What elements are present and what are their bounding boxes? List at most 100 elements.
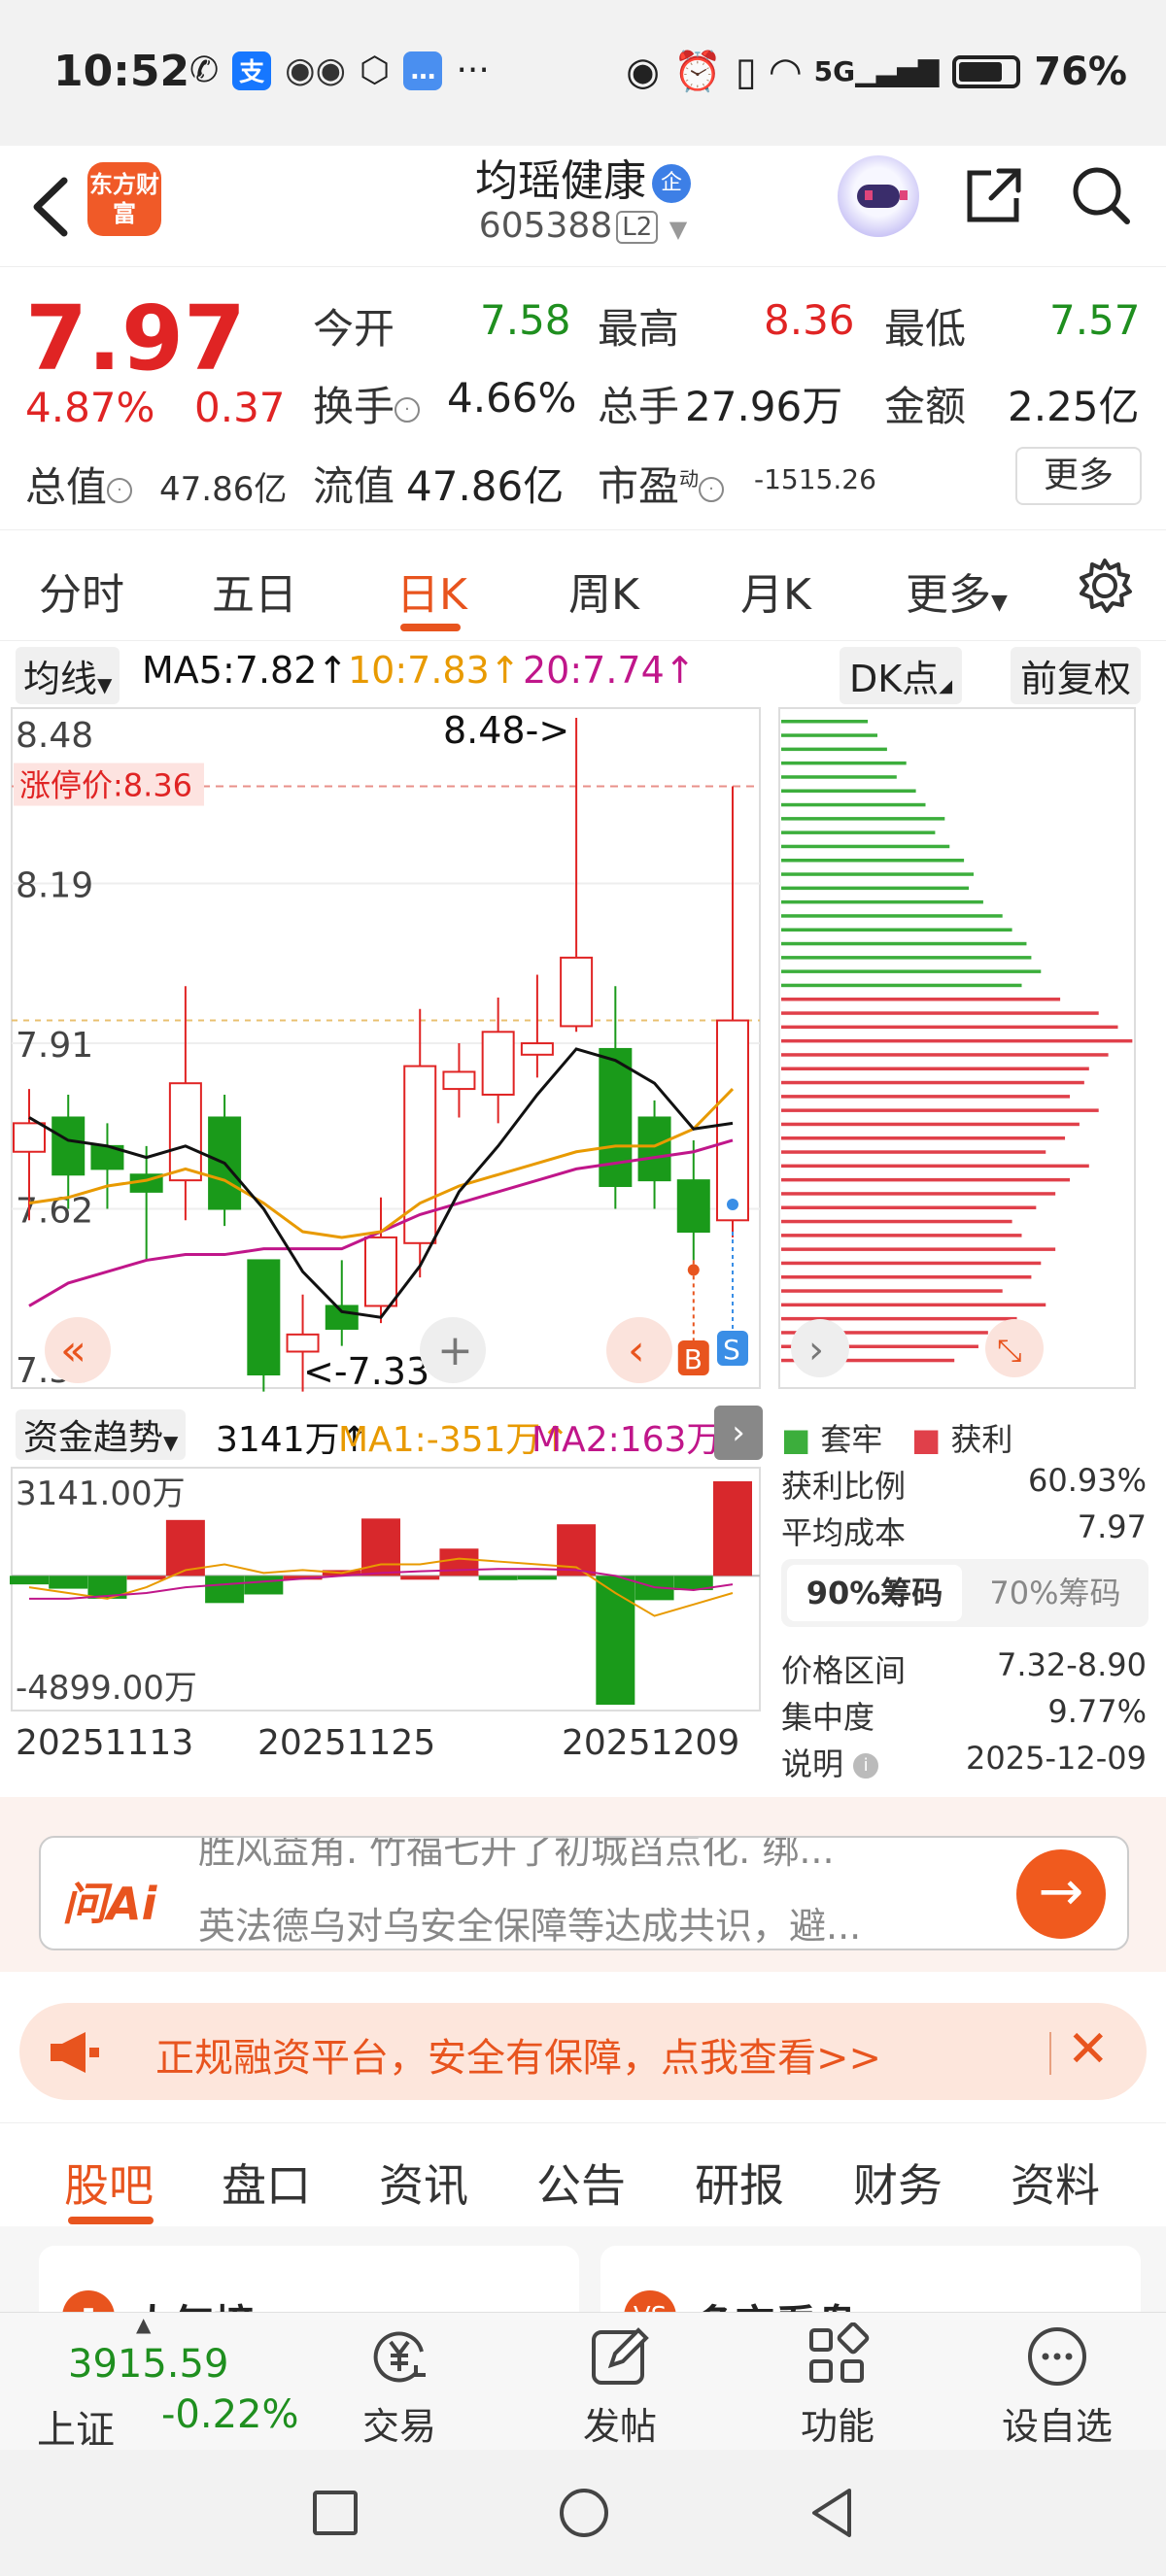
profit-chip-bar [781,1247,1056,1251]
y-axis-label: 8.48 [16,716,93,756]
info-icon[interactable]: · [107,477,133,503]
trapped-chip-bar [781,886,970,891]
more-button[interactable]: 更多 [1015,447,1142,505]
fund-trend-chart[interactable]: 3141.00万 -4899.00万 [0,1462,768,1714]
trapped-chip-bar [781,983,1022,988]
close-icon[interactable]: ✕ [1067,2020,1110,2079]
tab-more[interactable]: 更多▼ [906,559,1008,622]
system-nav-bar [0,2450,1166,2576]
sell-dot [727,1199,738,1211]
tab-announcements[interactable]: 公告 [536,2151,626,2215]
popularity-card[interactable]: ▮ 人气榜 [39,2246,579,2314]
chip-frame [778,707,1136,1389]
pe-info-icon[interactable]: · [699,476,725,502]
promo-banner[interactable]: 正规融资平台，安全有保障，点我查看>> ✕ [19,2003,1147,2100]
note-info-icon[interactable]: i [853,1753,879,1779]
chevron-left-icon: ‹ [628,1326,645,1375]
high-marker: 8.48-> [443,709,569,752]
turnover-info-icon[interactable]: · [394,396,421,423]
arrow-right-icon[interactable]: → [1016,1849,1106,1939]
turnover-label-text: 换手 [313,383,395,430]
expand-arrow-icon[interactable]: › [714,1406,763,1460]
high-label: 最高 [598,305,680,353]
edit-icon [592,2327,649,2385]
nav-watchlist[interactable]: 设自选 [984,2322,1130,2450]
index-name[interactable]: 上证 [37,2398,115,2455]
index-value[interactable]: 3915.59 [68,2342,228,2387]
tab-orderbook[interactable]: 盘口 [222,2151,311,2215]
ai-robot-icon[interactable] [838,155,919,237]
tab-intraday[interactable]: 分时 [39,559,124,622]
fund-trend-row: 资金趋势▼ 3141万↑ MA1:-351万↑ MA2:163万↑ › [0,1404,768,1462]
profit-ratio-label: 获利比例 [781,1468,907,1505]
low-marker: <-7.33 [303,1350,429,1393]
chip-tab-group: 90%筹码 70%筹码 [781,1559,1149,1627]
fund-bar [126,1576,166,1580]
recent-apps-icon[interactable] [313,2491,358,2535]
profit-ratio-value: 60.93% [1027,1462,1147,1499]
trapped-chip-bar [781,817,945,821]
tab-news[interactable]: 资讯 [379,2151,468,2215]
tab-guba[interactable]: 股吧 [64,2151,154,2215]
search-icon[interactable] [1069,163,1133,227]
trapped-chip-bar [781,859,965,863]
battery-percent: 76% [1034,49,1127,94]
yen-exchange-icon [373,2331,426,2383]
profit-chip-bar [781,1038,1133,1043]
fund-bar [517,1576,557,1580]
legend-profit-label: 获利 [950,1421,1013,1458]
triangle-up-icon: ▲ [136,2313,152,2336]
dk-point-button[interactable]: DK点◢ [840,647,963,704]
alarm-icon: ⏰ [673,50,722,94]
tab-weekly-k[interactable]: 周K [568,559,639,622]
tab-daily-k[interactable]: 日K [396,559,467,622]
nav-watchlist-label: 设自选 [1001,2405,1113,2448]
chart-bars-icon: ▮ [62,2290,115,2314]
back-icon[interactable] [808,2487,855,2543]
tab-research[interactable]: 研报 [695,2151,784,2215]
nav-trade[interactable]: 交易 [326,2322,472,2450]
trapped-chip-bar [781,914,1003,918]
nav-post[interactable]: 发帖 [547,2322,693,2450]
stock-code: 605388 [478,206,613,246]
ma-selector[interactable]: 均线▼ [16,647,120,704]
home-icon[interactable] [560,2489,608,2537]
trapped-chip-bar [781,844,950,849]
tab-monthly-k[interactable]: 月K [740,559,811,622]
avg-cost-value: 7.97 [1077,1508,1147,1545]
candle-body [520,1042,554,1056]
trapped-chip-bar [781,802,926,807]
legend-square-red: ■ [911,1421,951,1458]
missed-call-icon: ✆ [189,51,220,90]
gear-icon[interactable] [1074,555,1136,617]
tab-finance[interactable]: 财务 [853,2151,943,2215]
fund-trend-selector[interactable]: 资金趋势▼ [16,1409,187,1460]
tab-70-chips[interactable]: 70%筹码 [968,1565,1143,1621]
concentration-label: 集中度 [781,1699,875,1736]
note-label: 说明 i [781,1740,879,1784]
candle-body [637,1116,671,1182]
fund-bar [10,1576,49,1585]
chevron-down-icon: ▼ [669,216,688,243]
nav-functions[interactable]: 功能 [765,2322,910,2450]
index-pct[interactable]: -0.22% [161,2392,299,2437]
y-axis-label: 7.91 [16,1026,93,1066]
profit-chip-bar [781,1192,1056,1196]
tab-five-day[interactable]: 五日 [212,559,297,622]
vs-icon: VS [624,2290,676,2314]
adjust-button[interactable]: 前复权 [1011,647,1142,704]
kline-chart[interactable]: 8.488.197.917.627.33涨停价:8.368.48-><-7.33… [0,704,768,1404]
buy-dot [687,1264,700,1276]
ai-assistant-bar: 问Ai 胜风益角. 竹福七开了初城舀点化. 绑... 英法德乌对乌安全保障等达成… [0,1797,1166,1972]
ai-search-box[interactable]: 问Ai 胜风益角. 竹福七开了初城舀点化. 绑... 英法德乌对乌安全保障等达成… [39,1836,1129,1950]
long-short-card[interactable]: VS 多空看盘 [600,2246,1141,2314]
fund-bar [713,1481,752,1576]
tab-profile[interactable]: 资料 [1011,2151,1100,2215]
dk-label: DK点 [849,658,940,700]
trapped-chip-bar [781,761,907,765]
chip-distribution[interactable]: › ⤡ [770,704,1166,1404]
active-tab-underline [68,2217,154,2224]
tab-90-chips[interactable]: 90%筹码 [787,1565,962,1621]
ma-selector-label: 均线 [23,658,98,700]
share-icon[interactable] [962,163,1026,227]
